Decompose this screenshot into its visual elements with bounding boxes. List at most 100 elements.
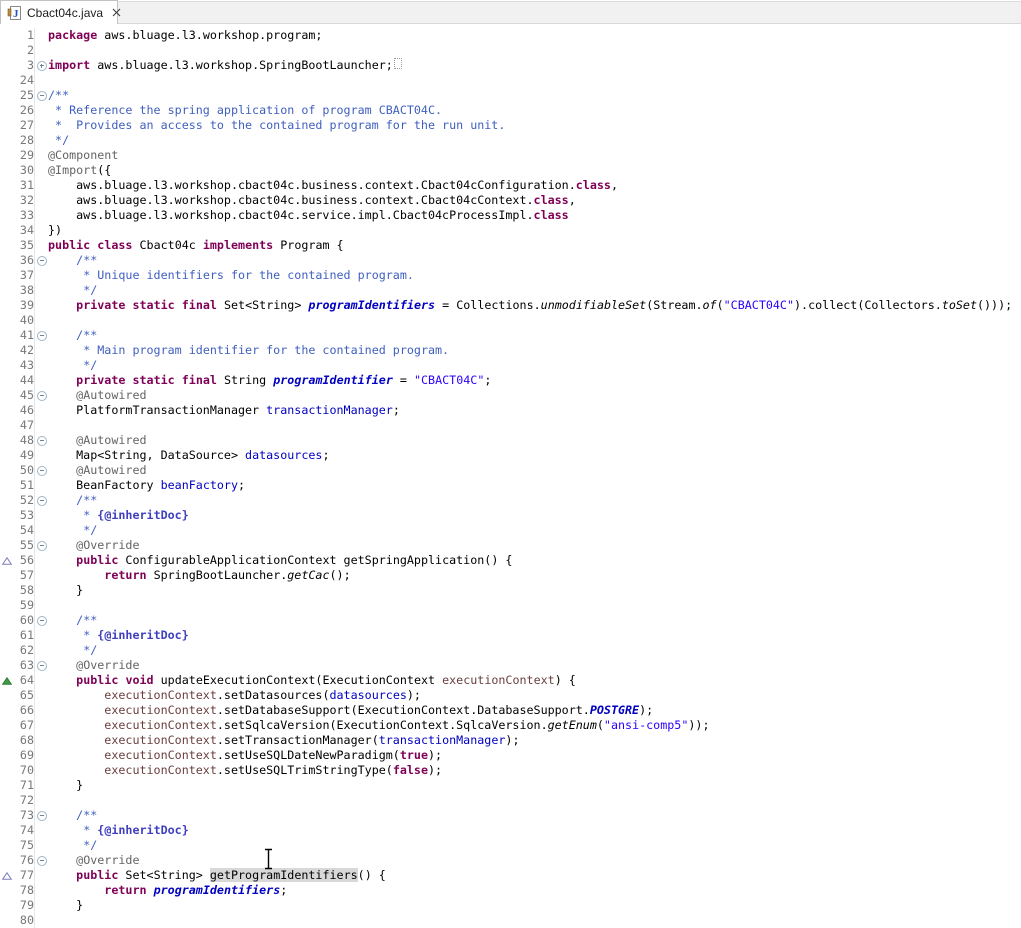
fold-collapse-icon[interactable] bbox=[37, 616, 47, 626]
code-text[interactable]: */ bbox=[48, 838, 97, 853]
fold-collapse-icon[interactable] bbox=[37, 391, 47, 401]
close-icon[interactable] bbox=[112, 8, 121, 17]
code-text[interactable]: @Autowired bbox=[48, 388, 147, 403]
tab-cbact04c-java[interactable]: J Cbact04c.java bbox=[0, 0, 118, 24]
code-text[interactable]: /** bbox=[48, 808, 97, 823]
code-segment: /** bbox=[76, 253, 97, 267]
code-text[interactable]: */ bbox=[48, 283, 97, 298]
code-text[interactable]: executionContext.setDatasources(datasour… bbox=[48, 688, 421, 703]
code-text[interactable]: public Set<String> getProgramIdentifiers… bbox=[48, 868, 386, 883]
code-segment bbox=[48, 253, 76, 267]
code-text[interactable]: executionContext.setTransactionManager(t… bbox=[48, 733, 519, 748]
code-text[interactable]: PlatformTransactionManager transactionMa… bbox=[48, 403, 400, 418]
fold-collapse-icon[interactable] bbox=[37, 661, 47, 671]
code-segment: */ bbox=[76, 283, 97, 297]
fold-column-cell bbox=[34, 298, 48, 313]
code-text[interactable]: return SpringBootLauncher.getCac(); bbox=[48, 568, 351, 583]
code-text[interactable]: public void updateExecutionContext(Execu… bbox=[48, 673, 576, 688]
fold-collapse-icon[interactable] bbox=[37, 496, 47, 506]
code-text[interactable]: return programIdentifiers; bbox=[48, 883, 287, 898]
code-text[interactable]: public class Cbact04c implements Program… bbox=[48, 238, 344, 253]
fold-collapse-icon[interactable] bbox=[37, 811, 47, 821]
code-text[interactable]: */ bbox=[48, 643, 97, 658]
marker-column-cell bbox=[0, 643, 14, 658]
code-segment: implements bbox=[203, 238, 273, 252]
fold-column-cell bbox=[34, 373, 48, 388]
code-text[interactable]: * Provides an access to the contained pr… bbox=[48, 118, 505, 133]
code-segment: * Provides an access to the contained pr… bbox=[48, 118, 505, 132]
code-text[interactable]: import aws.bluage.l3.workshop.SpringBoot… bbox=[48, 58, 402, 73]
fold-expand-icon[interactable] bbox=[37, 61, 47, 71]
code-text[interactable]: @Import({ bbox=[48, 163, 111, 178]
collapsed-region-icon[interactable] bbox=[394, 58, 402, 69]
code-text[interactable]: @Autowired bbox=[48, 433, 147, 448]
code-segment: executionContext bbox=[104, 688, 217, 702]
code-text[interactable]: aws.bluage.l3.workshop.cbact04c.service.… bbox=[48, 208, 569, 223]
code-text[interactable]: executionContext.setSqlcaVersion(Executi… bbox=[48, 718, 710, 733]
code-text[interactable]: /** bbox=[48, 613, 97, 628]
code-text[interactable]: } bbox=[48, 778, 83, 793]
code-text[interactable]: /** bbox=[48, 88, 69, 103]
fold-collapse-icon[interactable] bbox=[37, 91, 47, 101]
code-text[interactable]: * {@inheritDoc} bbox=[48, 508, 189, 523]
fold-collapse-icon[interactable] bbox=[37, 256, 47, 266]
code-text[interactable]: @Component bbox=[48, 148, 118, 163]
code-text[interactable]: executionContext.setUseSQLDateNewParadig… bbox=[48, 748, 442, 763]
code-text[interactable]: @Autowired bbox=[48, 463, 147, 478]
fold-collapse-icon[interactable] bbox=[37, 436, 47, 446]
code-text[interactable]: /** bbox=[48, 253, 97, 268]
marker-column-cell bbox=[0, 313, 14, 328]
code-text[interactable]: Map<String, DataSource> datasources; bbox=[48, 448, 329, 463]
code-text[interactable]: @Override bbox=[48, 538, 140, 553]
fold-column-cell bbox=[34, 583, 48, 598]
code-text[interactable]: * Unique identifiers for the contained p… bbox=[48, 268, 414, 283]
line-number: 28 bbox=[14, 133, 34, 148]
code-text[interactable]: private static final String programIdent… bbox=[48, 373, 491, 388]
code-text[interactable]: aws.bluage.l3.workshop.cbact04c.business… bbox=[48, 193, 576, 208]
fold-collapse-icon[interactable] bbox=[37, 856, 47, 866]
code-text[interactable]: /** bbox=[48, 328, 97, 343]
code-line: 72 bbox=[0, 793, 1021, 808]
code-editor[interactable]: 1package aws.bluage.l3.workshop.program;… bbox=[0, 25, 1021, 928]
fold-column-cell bbox=[34, 313, 48, 328]
code-text[interactable]: executionContext.setUseSQLTrimStringType… bbox=[48, 763, 442, 778]
marker-column-cell bbox=[0, 913, 14, 928]
code-segment: , bbox=[611, 178, 618, 192]
code-segment: */ bbox=[76, 358, 97, 372]
marker-column-cell bbox=[0, 343, 14, 358]
code-text[interactable]: */ bbox=[48, 358, 97, 373]
code-text[interactable]: */ bbox=[48, 523, 97, 538]
code-text[interactable]: * Main program identifier for the contai… bbox=[48, 343, 449, 358]
code-text[interactable]: @Override bbox=[48, 853, 140, 868]
code-text[interactable]: aws.bluage.l3.workshop.cbact04c.business… bbox=[48, 178, 618, 193]
marker-column-cell bbox=[0, 688, 14, 703]
fold-collapse-icon[interactable] bbox=[37, 541, 47, 551]
fold-column-cell bbox=[34, 733, 48, 748]
code-text[interactable]: BeanFactory beanFactory; bbox=[48, 478, 245, 493]
code-segment: .setSqlcaVersion(ExecutionContext.SqlcaV… bbox=[217, 718, 548, 732]
marker-column-cell bbox=[0, 613, 14, 628]
fold-column-cell bbox=[34, 343, 48, 358]
code-line: 30@Import({ bbox=[0, 163, 1021, 178]
code-text[interactable]: }) bbox=[48, 223, 62, 238]
marker-column-cell bbox=[0, 793, 14, 808]
code-text[interactable]: executionContext.setDatabaseSupport(Exec… bbox=[48, 703, 653, 718]
code-segment: = Collections. bbox=[435, 298, 541, 312]
fold-collapse-icon[interactable] bbox=[37, 466, 47, 476]
code-text[interactable]: /** bbox=[48, 493, 97, 508]
code-text[interactable]: */ bbox=[48, 133, 69, 148]
code-text[interactable]: * {@inheritDoc} bbox=[48, 823, 189, 838]
code-segment: )); bbox=[688, 718, 709, 732]
code-text[interactable]: public ConfigurableApplicationContext ge… bbox=[48, 553, 512, 568]
code-text[interactable]: * Reference the spring application of pr… bbox=[48, 103, 442, 118]
code-text[interactable]: * {@inheritDoc} bbox=[48, 628, 189, 643]
code-text[interactable]: package aws.bluage.l3.workshop.program; bbox=[48, 28, 322, 43]
fold-column-cell bbox=[34, 703, 48, 718]
fold-collapse-icon[interactable] bbox=[37, 331, 47, 341]
code-text[interactable]: @Override bbox=[48, 658, 140, 673]
code-text[interactable]: } bbox=[48, 583, 83, 598]
code-text[interactable]: private static final Set<String> program… bbox=[48, 298, 1012, 313]
code-segment: public bbox=[76, 868, 118, 882]
line-number: 74 bbox=[14, 823, 34, 838]
code-text[interactable]: } bbox=[48, 898, 83, 913]
